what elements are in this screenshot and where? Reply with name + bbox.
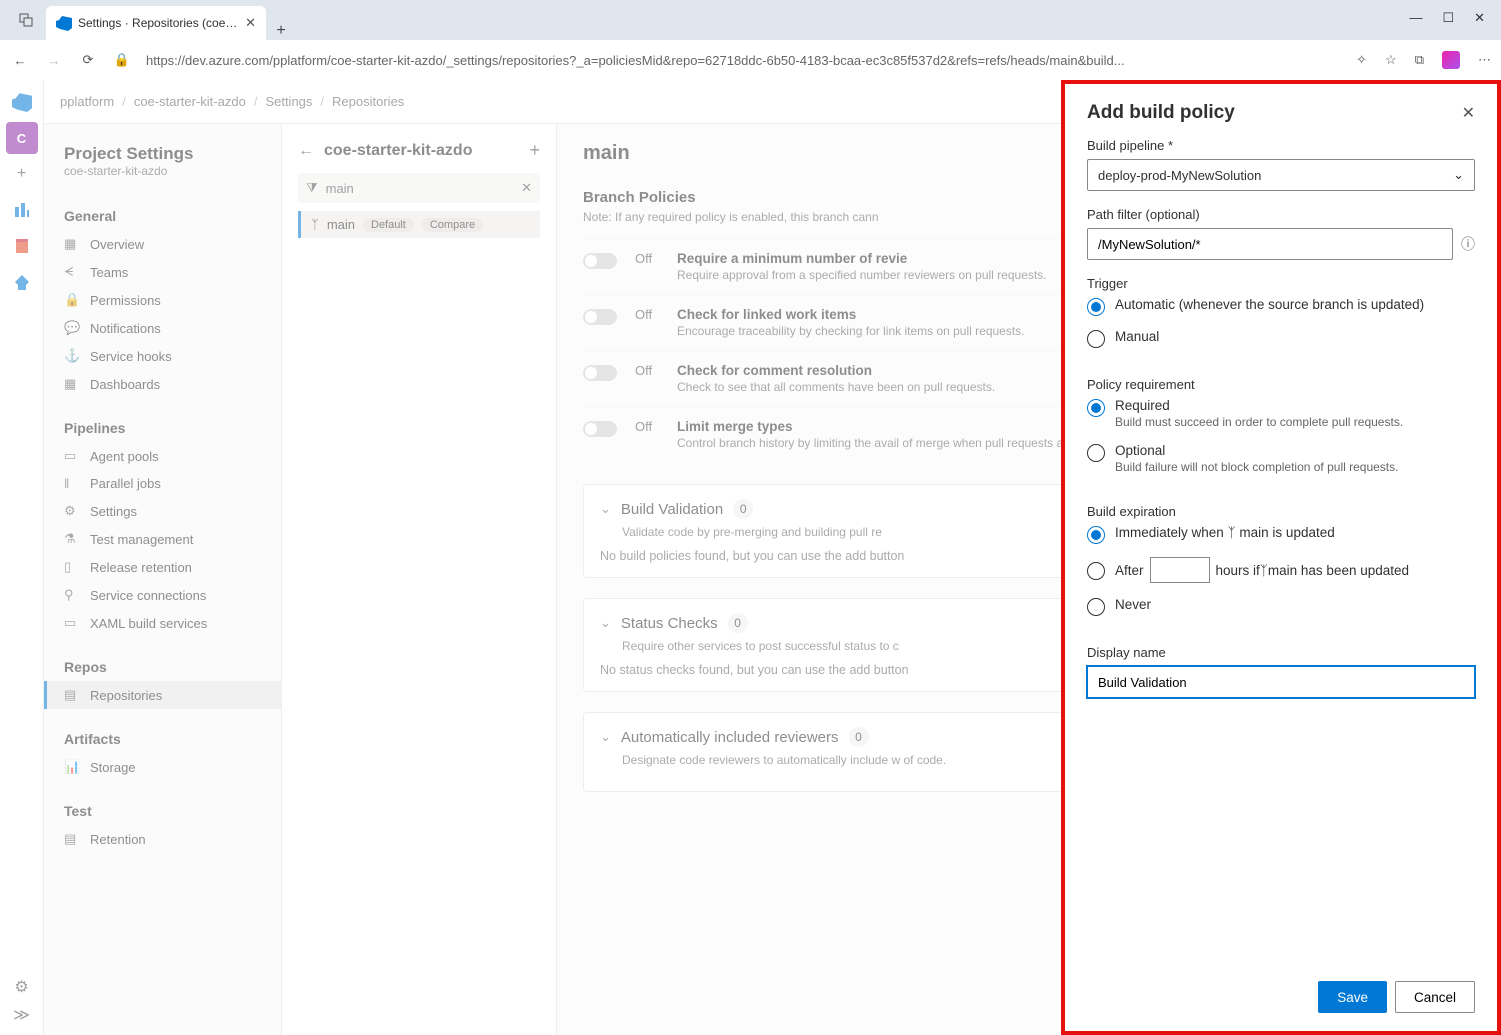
radio-icon [1087, 598, 1105, 616]
tab-actions-icon[interactable] [6, 0, 46, 40]
required-radio[interactable]: RequiredBuild must succeed in order to c… [1087, 398, 1475, 429]
expiration-label: Build expiration [1087, 504, 1475, 519]
trigger-manual-radio[interactable]: Manual [1087, 329, 1475, 347]
add-build-policy-panel: Add build policy ✕ Build pipeline * depl… [1061, 80, 1501, 1035]
site-info-icon[interactable]: 🔒 [112, 52, 132, 68]
chevron-down-icon: ⌄ [1453, 167, 1464, 183]
hours-input[interactable] [1150, 557, 1210, 583]
expire-after-radio[interactable]: After hours if ᛉ main has been updated [1087, 557, 1475, 583]
radio-icon [1087, 562, 1105, 580]
browser-forward-button: → [44, 53, 64, 68]
profile-avatar[interactable] [1442, 51, 1460, 69]
pipeline-label: Build pipeline * [1087, 138, 1475, 153]
azure-devops-icon [56, 15, 72, 31]
collections-icon[interactable]: ⧉ [1415, 52, 1424, 68]
path-filter-input[interactable] [1087, 228, 1453, 260]
trigger-automatic-radio[interactable]: Automatic (whenever the source branch is… [1087, 297, 1475, 315]
expire-immediate-radio[interactable]: Immediately when ᛉ main is updated [1087, 525, 1475, 543]
browser-menu-icon[interactable]: ⋯ [1478, 52, 1491, 68]
path-label: Path filter (optional) [1087, 207, 1475, 222]
window-maximize-icon[interactable]: ☐ [1442, 10, 1454, 26]
expire-never-radio[interactable]: Never [1087, 597, 1475, 615]
info-icon[interactable]: ⓘ [1461, 234, 1475, 254]
address-bar[interactable]: https://dev.azure.com/pplatform/coe-star… [146, 53, 1342, 68]
tab-title: Settings · Repositories (coe-start [78, 16, 239, 30]
window-minimize-icon[interactable]: — [1409, 10, 1422, 26]
branch-icon: ᛉ [1228, 525, 1236, 540]
branch-icon: ᛉ [1260, 563, 1268, 578]
panel-title: Add build policy [1087, 102, 1462, 124]
save-button[interactable]: Save [1318, 981, 1387, 1013]
browser-back-button[interactable]: ← [10, 53, 30, 68]
display-name-input[interactable] [1087, 666, 1475, 698]
policy-req-label: Policy requirement [1087, 377, 1475, 392]
radio-checked-icon [1087, 399, 1105, 417]
favorites-icon[interactable]: ☆ [1385, 52, 1397, 68]
close-icon[interactable]: ✕ [1462, 103, 1475, 123]
cancel-button[interactable]: Cancel [1395, 981, 1475, 1013]
tab-close-icon[interactable]: ✕ [245, 15, 256, 31]
trigger-label: Trigger [1087, 276, 1475, 291]
display-name-label: Display name [1087, 645, 1475, 660]
radio-icon [1087, 444, 1105, 462]
window-close-icon[interactable]: ✕ [1474, 10, 1485, 26]
new-tab-button[interactable]: + [266, 22, 296, 40]
browser-tab[interactable]: Settings · Repositories (coe-start ✕ [46, 6, 266, 40]
build-pipeline-select[interactable]: deploy-prod-MyNewSolution ⌄ [1087, 159, 1475, 191]
browser-refresh-button[interactable]: ⟳ [78, 52, 98, 68]
view-site-info-icon[interactable]: ✧ [1356, 52, 1367, 68]
optional-radio[interactable]: OptionalBuild failure will not block com… [1087, 443, 1475, 474]
radio-checked-icon [1087, 298, 1105, 316]
radio-checked-icon [1087, 526, 1105, 544]
radio-icon [1087, 330, 1105, 348]
